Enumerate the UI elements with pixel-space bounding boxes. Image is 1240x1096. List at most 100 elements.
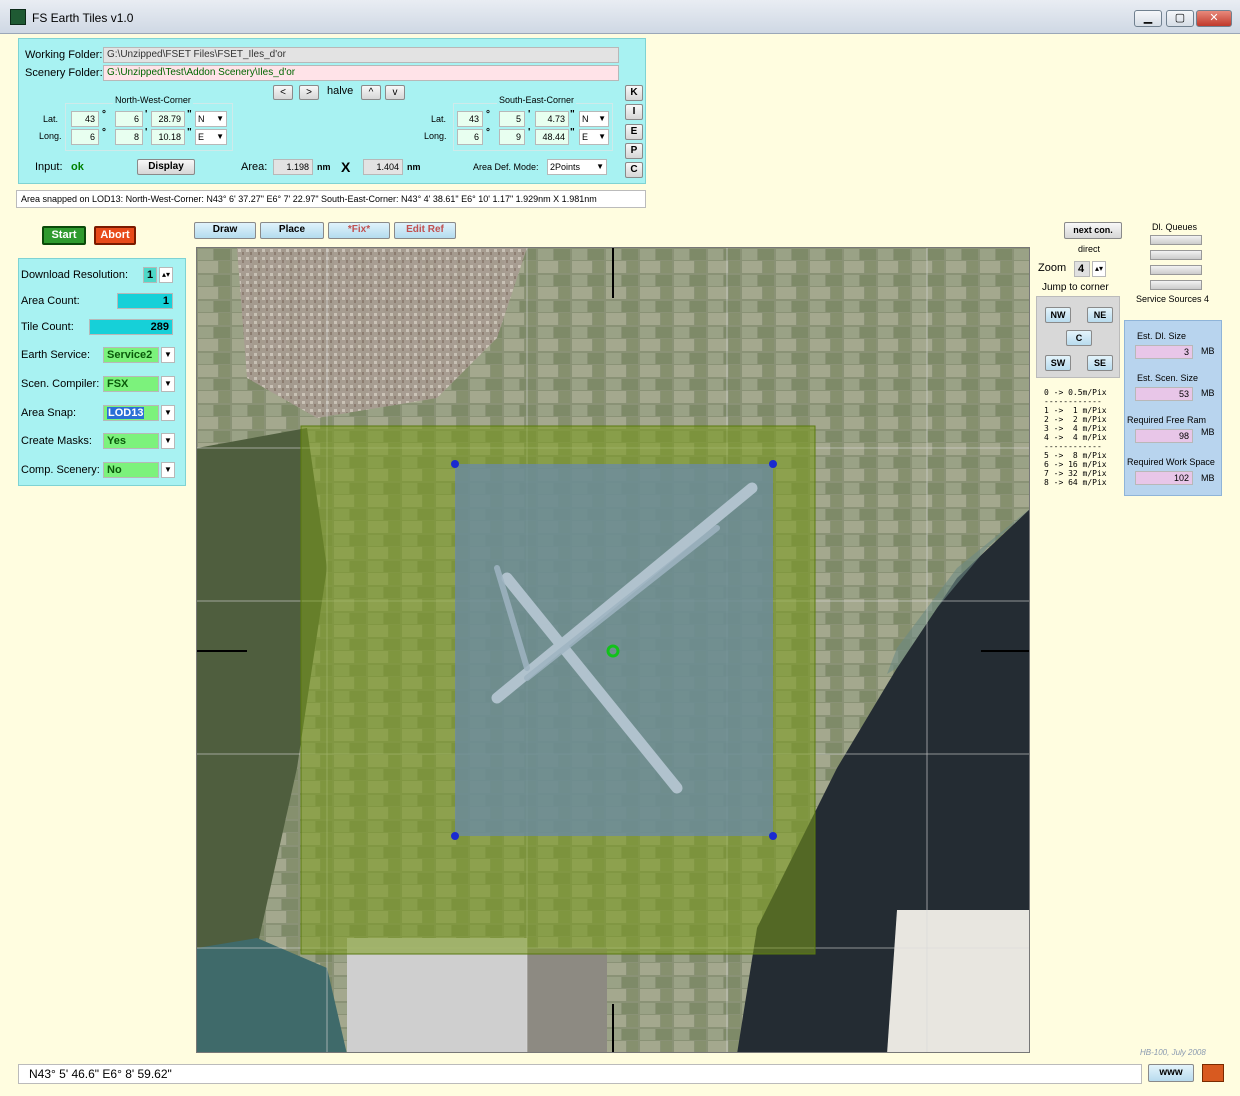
nw-long-deg[interactable]: 6	[71, 129, 99, 145]
jump-ne-button[interactable]: NE	[1087, 307, 1113, 323]
se-corner-title: South-East-Corner	[497, 95, 577, 105]
earth-service-label: Earth Service:	[21, 349, 91, 361]
jump-center-button[interactable]: C	[1066, 330, 1092, 346]
se-long-dir-select[interactable]: E	[579, 129, 609, 145]
zoom-spinner[interactable]: ▴▾	[1092, 261, 1106, 277]
masks-dropdown[interactable]: ▼	[161, 433, 175, 449]
nw-lat-min[interactable]: 6	[115, 111, 143, 127]
earth-service-select[interactable]: Service2	[103, 347, 159, 363]
flag-icon[interactable]	[1202, 1064, 1224, 1082]
jump-sw-button[interactable]: SW	[1045, 355, 1071, 371]
resolution-value[interactable]: 1	[143, 267, 157, 283]
service-sources-label: Service Sources 4	[1136, 294, 1210, 304]
area-snap-label: Area Snap:	[21, 407, 77, 419]
nw-lat-deg[interactable]: 43	[71, 111, 99, 127]
zoom-resolution-legend: 0 -> 0.5m/Pix ------------ 1 -> 1 m/Pix …	[1044, 388, 1107, 487]
queue-slot-4	[1150, 280, 1202, 290]
se-long-deg[interactable]: 6	[457, 129, 483, 145]
area-width-unit: nm	[317, 162, 331, 172]
next-connection-button[interactable]: next con.	[1064, 222, 1122, 239]
nw-lat-dir-select[interactable]: N	[195, 111, 227, 127]
compiler-select[interactable]: FSX	[103, 376, 159, 392]
se-long-sec[interactable]: 48.44	[535, 129, 569, 145]
move-right-button[interactable]: >	[299, 85, 319, 100]
www-button[interactable]: www	[1148, 1064, 1194, 1082]
place-button[interactable]: Place	[260, 222, 324, 239]
jump-nw-button[interactable]: NW	[1045, 307, 1071, 323]
halve-label: halve	[327, 85, 354, 97]
i-button[interactable]: I	[625, 104, 643, 120]
map-canvas[interactable]	[197, 248, 1030, 1053]
e-button[interactable]: E	[625, 124, 643, 140]
start-button[interactable]: Start	[42, 226, 86, 245]
compiler-dropdown[interactable]: ▼	[161, 376, 175, 392]
est-dl-size-label: Est. Dl. Size	[1137, 331, 1187, 341]
area-mode-select[interactable]: 2Points	[547, 159, 607, 175]
k-button[interactable]: K	[625, 85, 643, 101]
zoom-value[interactable]: 4	[1074, 261, 1090, 277]
work-space-unit: MB	[1201, 473, 1215, 483]
edit-ref-button[interactable]: Edit Ref	[394, 222, 456, 239]
se-long-min[interactable]: 9	[499, 129, 525, 145]
earth-service-dropdown[interactable]: ▼	[161, 347, 175, 363]
tile-count-label: Tile Count:	[21, 321, 74, 333]
move-up-button[interactable]: ^	[361, 85, 381, 100]
area-definition-panel: Working Folder: G:\Unzipped\FSET Files\F…	[18, 38, 646, 184]
fix-button[interactable]: *Fix*	[328, 222, 390, 239]
nw-long-sec[interactable]: 10.18	[151, 129, 185, 145]
area-height-unit: nm	[407, 162, 421, 172]
close-button[interactable]: ✕	[1196, 10, 1232, 27]
comp-scenery-dropdown[interactable]: ▼	[161, 462, 175, 478]
area-height-field[interactable]: 1.404	[363, 159, 403, 175]
display-button[interactable]: Display	[137, 159, 195, 175]
minimize-button[interactable]: ▁	[1134, 10, 1162, 27]
input-status: ok	[71, 161, 84, 173]
masks-select[interactable]: Yes	[103, 433, 159, 449]
nw-lat-label: Lat.	[43, 114, 59, 124]
area-count-label: Area Count:	[21, 295, 80, 307]
area-snap-dropdown[interactable]: ▼	[161, 405, 175, 421]
est-dl-size-value: 3	[1135, 345, 1193, 359]
scenery-folder-field[interactable]: G:\Unzipped\Test\Addon Scenery\Iles_d'or	[103, 65, 619, 81]
c-button[interactable]: C	[625, 162, 643, 178]
corner-jump-panel: NW NE C SW SE	[1036, 296, 1120, 378]
working-folder-field[interactable]: G:\Unzipped\FSET Files\FSET_Iles_d'or	[103, 47, 619, 63]
queue-slot-3	[1150, 265, 1202, 275]
queue-slot-2	[1150, 250, 1202, 260]
direct-label: direct	[1078, 244, 1101, 254]
tile-count-value: 289	[89, 319, 173, 335]
resolution-label: Download Resolution:	[21, 269, 129, 281]
cursor-coordinates: N43° 5' 46.6" E6° 8' 59.62"	[18, 1064, 1142, 1084]
window-title: FS Earth Tiles v1.0	[32, 11, 134, 25]
se-lat-min[interactable]: 5	[499, 111, 525, 127]
se-lat-sec[interactable]: 4.73	[535, 111, 569, 127]
jump-to-corner-label: Jump to corner	[1042, 282, 1109, 293]
nw-lat-sec[interactable]: 28.79	[151, 111, 185, 127]
comp-scenery-select[interactable]: No	[103, 462, 159, 478]
estimates-panel: Est. Dl. Size 3 MB Est. Scen. Size 53 MB…	[1124, 320, 1222, 496]
p-button[interactable]: P	[625, 143, 643, 159]
nw-long-dir-select[interactable]: E	[195, 129, 227, 145]
se-lat-dir-select[interactable]: N	[579, 111, 609, 127]
est-dl-size-unit: MB	[1201, 346, 1215, 356]
se-lat-label: Lat.	[431, 114, 447, 124]
work-space-label: Required Work Space	[1127, 457, 1215, 467]
se-lat-deg[interactable]: 43	[457, 111, 483, 127]
jump-se-button[interactable]: SE	[1087, 355, 1113, 371]
se-long-label: Long.	[424, 131, 447, 141]
move-down-button[interactable]: v	[385, 85, 405, 100]
times-sign: X	[341, 159, 351, 175]
abort-button[interactable]: Abort	[94, 226, 136, 245]
area-width-field[interactable]: 1.198	[273, 159, 313, 175]
satellite-map[interactable]	[196, 247, 1030, 1053]
nw-long-min[interactable]: 8	[115, 129, 143, 145]
free-ram-value: 98	[1135, 429, 1193, 443]
area-snap-select[interactable]: LOD13	[103, 405, 159, 421]
resolution-spinner[interactable]: ▴▾	[159, 267, 173, 283]
draw-button[interactable]: Draw	[194, 222, 256, 239]
maximize-button[interactable]: ▢	[1166, 10, 1194, 27]
free-ram-unit: MB	[1201, 427, 1215, 437]
move-left-button[interactable]: <	[273, 85, 293, 100]
input-label: Input:	[35, 161, 63, 173]
queue-slot-1	[1150, 235, 1202, 245]
